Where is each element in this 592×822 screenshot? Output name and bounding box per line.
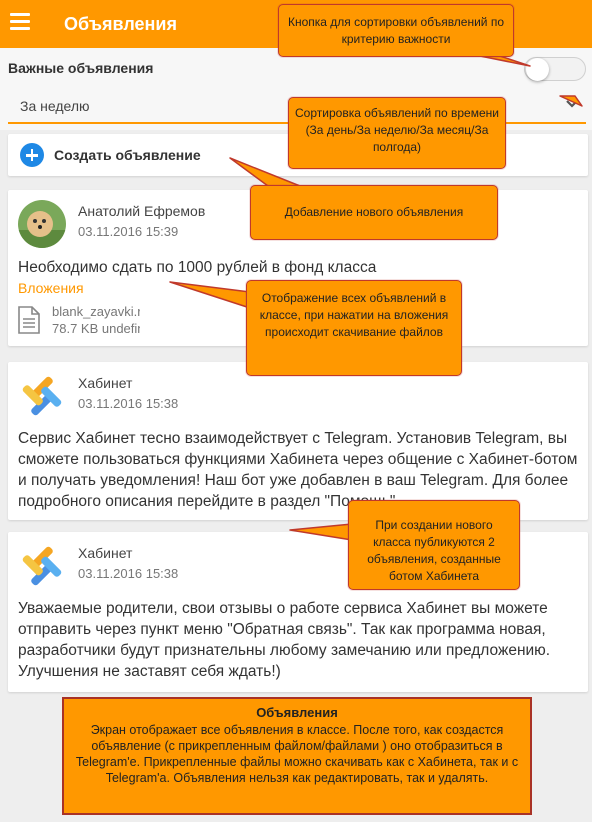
create-announcement-label: Создать объявление	[54, 147, 201, 163]
habinet-logo	[18, 372, 66, 420]
summary-text: Экран отображает все объявления в классе…	[75, 723, 519, 785]
post-author: Хабинет	[78, 375, 133, 391]
attachments-label: Вложения	[18, 280, 84, 296]
avatar	[18, 200, 66, 248]
habinet-logo	[18, 542, 66, 590]
post-date: 03.11.2016 15:38	[78, 396, 179, 411]
post-text: Уважаемые родители, свои отзывы о работе…	[18, 600, 551, 680]
important-filter-label: Важные объявления	[8, 60, 154, 76]
attachment-file-name[interactable]: blank_zayavki.rtf	[52, 304, 140, 319]
toggle-knob	[526, 58, 549, 81]
important-toggle[interactable]	[524, 57, 586, 81]
chevron-down-icon	[566, 100, 578, 108]
post-text: Необходимо сдать по 1000 рублей в фонд к…	[18, 259, 377, 276]
callout-display-all: Отображение всех объявлений в классе, пр…	[246, 280, 462, 376]
summary-box: Объявления Экран отображает все объявлен…	[62, 697, 532, 815]
callout-sort-importance: Кнопка для сортировки объявлений по крит…	[278, 4, 514, 57]
post-date: 03.11.2016 15:39	[78, 224, 179, 239]
page-title: Объявления	[64, 14, 177, 34]
add-icon	[20, 143, 44, 167]
file-icon[interactable]	[18, 306, 40, 334]
menu-icon[interactable]	[10, 13, 30, 30]
announcement-card: Хабинет 03.11.2016 15:38 Сервис Хабинет …	[8, 362, 588, 520]
callout-bot-posts: При создании нового класса публикуются 2…	[348, 500, 520, 590]
summary-title: Объявления	[256, 705, 338, 720]
callout-add-new: Добавление нового объявления	[250, 185, 498, 240]
post-author: Анатолий Ефремов	[78, 203, 206, 219]
callout-sort-time: Сортировка объявлений по времени (За ден…	[288, 97, 506, 169]
attachment-file-size: 78.7 KB undefined	[52, 321, 140, 336]
period-select-value: За неделю	[20, 98, 90, 114]
post-date: 03.11.2016 15:38	[78, 566, 179, 581]
post-author: Хабинет	[78, 545, 133, 561]
